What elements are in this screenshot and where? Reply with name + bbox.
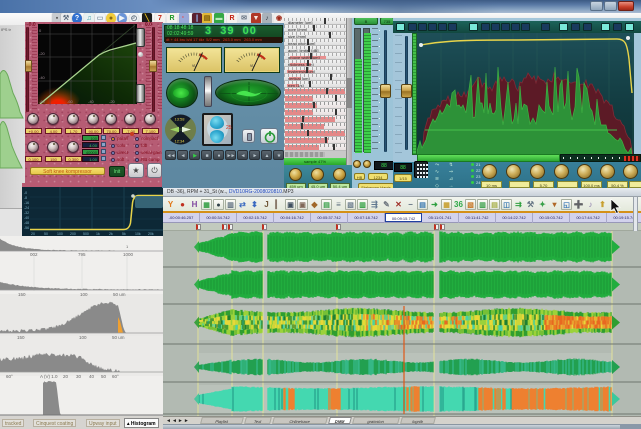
svg-text:VU: VU xyxy=(250,64,255,68)
svg-text:40: 40 xyxy=(89,374,95,379)
svg-text:100: 100 xyxy=(79,335,87,340)
svg-text:60°: 60° xyxy=(6,374,13,379)
svg-text:50: 50 xyxy=(101,374,107,379)
svg-text:-60: -60 xyxy=(67,99,74,104)
svg-text:A (V) 1.0: A (V) 1.0 xyxy=(40,374,58,379)
svg-text:795: 795 xyxy=(78,252,86,257)
svg-text:50: 50 xyxy=(44,232,48,236)
svg-text:500: 500 xyxy=(83,232,89,236)
svg-text:-56: -56 xyxy=(24,226,29,230)
svg-text:12:34: 12:34 xyxy=(175,139,186,144)
svg-text:150: 150 xyxy=(18,292,26,297)
svg-text:VU: VU xyxy=(192,64,197,68)
svg-text:-8: -8 xyxy=(24,196,27,200)
svg-text:50 um: 50 um xyxy=(113,292,126,297)
svg-text:002: 002 xyxy=(30,252,38,257)
svg-text:-40: -40 xyxy=(88,99,95,104)
svg-text:-48: -48 xyxy=(24,221,29,225)
svg-text:50 um: 50 um xyxy=(112,335,125,340)
svg-text:1000: 1000 xyxy=(123,252,134,257)
svg-text:13:58: 13:58 xyxy=(175,117,186,122)
svg-text:2k: 2k xyxy=(109,232,113,236)
svg-text:30: 30 xyxy=(76,374,82,379)
svg-text:-24: -24 xyxy=(24,206,29,210)
svg-text:20: 20 xyxy=(31,232,35,236)
svg-text:10k: 10k xyxy=(135,232,141,236)
svg-text:100: 100 xyxy=(80,292,88,297)
svg-text:20k: 20k xyxy=(148,232,154,236)
svg-text:-16: -16 xyxy=(24,201,29,205)
svg-text:1k: 1k xyxy=(96,232,100,236)
svg-text:-0: -0 xyxy=(24,191,27,195)
svg-text:-32: -32 xyxy=(24,211,29,215)
svg-text:-40: -40 xyxy=(24,216,29,220)
svg-text:20: 20 xyxy=(63,374,69,379)
svg-text:5k: 5k xyxy=(122,232,126,236)
svg-text:150: 150 xyxy=(17,335,25,340)
svg-text:-20: -20 xyxy=(39,51,46,56)
svg-text:-80: -80 xyxy=(39,99,46,104)
svg-text:60°: 60° xyxy=(112,374,119,379)
svg-text:200: 200 xyxy=(70,232,76,236)
svg-text:-40: -40 xyxy=(39,75,46,80)
svg-text:100: 100 xyxy=(57,232,63,236)
svg-text:-20: -20 xyxy=(109,99,116,104)
